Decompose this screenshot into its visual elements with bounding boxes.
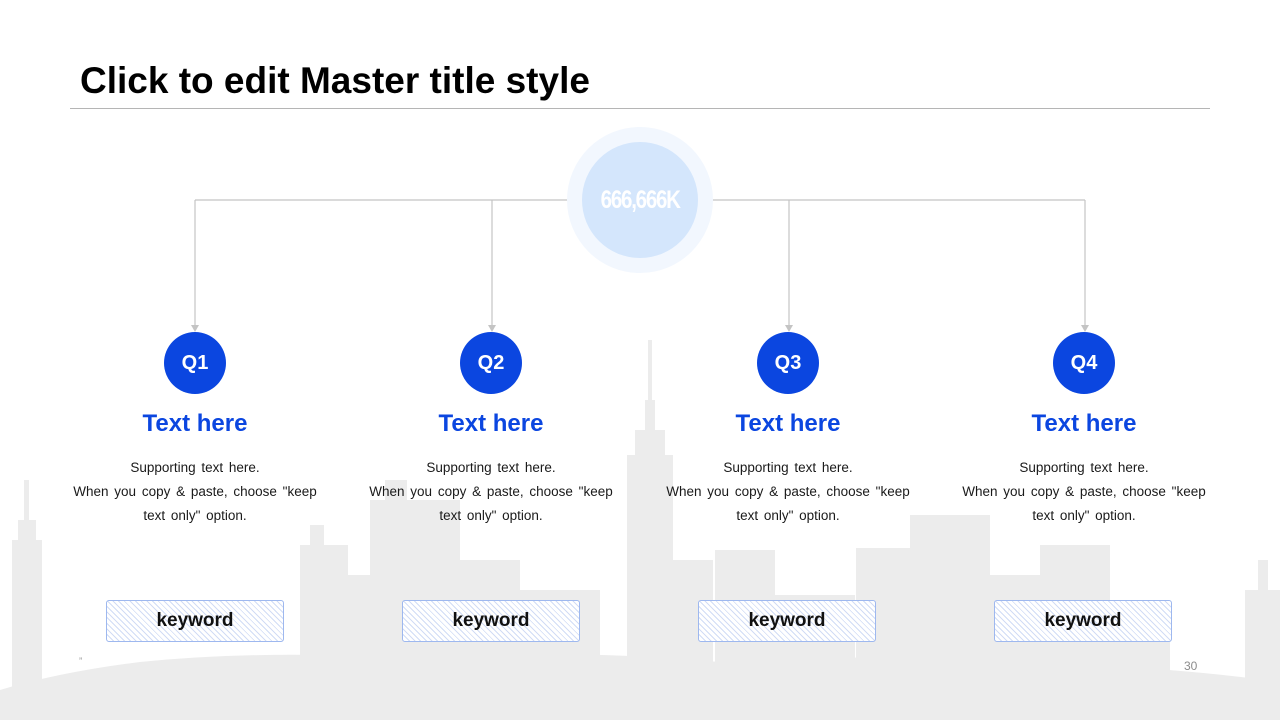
column-heading[interactable]: Text here xyxy=(45,409,345,439)
keyword-box[interactable]: keyword xyxy=(994,600,1172,642)
quarter-column-q2: Q2 Text here Supporting text here. When … xyxy=(341,332,641,528)
quarter-badge[interactable]: Q2 xyxy=(460,332,522,394)
column-heading[interactable]: Text here xyxy=(638,409,938,439)
quarter-column-q1: Q1 Text here Supporting text here. When … xyxy=(45,332,345,528)
hub-circle[interactable]: 666,666K xyxy=(582,142,698,258)
column-heading[interactable]: Text here xyxy=(934,409,1234,439)
column-body-text[interactable]: Supporting text here. When you copy & pa… xyxy=(341,456,641,528)
quarter-column-q3: Q3 Text here Supporting text here. When … xyxy=(638,332,938,528)
page-number: 30 xyxy=(1184,659,1198,673)
quarter-column-q4: Q4 Text here Supporting text here. When … xyxy=(934,332,1234,528)
column-body-text[interactable]: Supporting text here. When you copy & pa… xyxy=(45,456,345,528)
slide-title[interactable]: Click to edit Master title style xyxy=(80,60,590,102)
arrowhead xyxy=(1081,325,1089,332)
title-divider xyxy=(70,108,1210,109)
keyword-box[interactable]: keyword xyxy=(698,600,876,642)
footer-mark: ˮ xyxy=(79,657,83,668)
arrowhead xyxy=(488,325,496,332)
column-body-text[interactable]: Supporting text here. When you copy & pa… xyxy=(934,456,1234,528)
arrowhead xyxy=(191,325,199,332)
column-body-text[interactable]: Supporting text here. When you copy & pa… xyxy=(638,456,938,528)
quarter-badge[interactable]: Q1 xyxy=(164,332,226,394)
quarter-badge[interactable]: Q3 xyxy=(757,332,819,394)
arrowhead xyxy=(785,325,793,332)
hub-value: 666,666K xyxy=(600,185,680,214)
keyword-box[interactable]: keyword xyxy=(402,600,580,642)
column-heading[interactable]: Text here xyxy=(341,409,641,439)
quarter-badge[interactable]: Q4 xyxy=(1053,332,1115,394)
keyword-box[interactable]: keyword xyxy=(106,600,284,642)
